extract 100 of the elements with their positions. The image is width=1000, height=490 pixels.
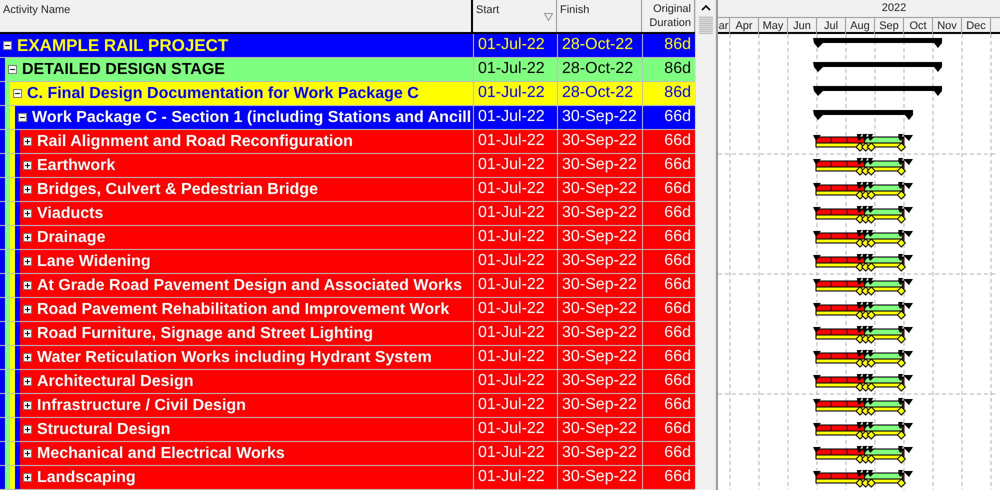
activity-name: Work Package C - Section 1 (including Stations and Ancill	[31, 108, 472, 128]
start-date: 01-Jul-22	[473, 202, 557, 226]
month-label: ar	[718, 18, 730, 34]
finish-date: 30-Sep-22	[557, 370, 642, 394]
activity-name: Mechanical and Electrical Works	[36, 444, 285, 464]
start-date: 01-Jul-22	[473, 154, 557, 178]
expand-toggle[interactable]	[23, 185, 32, 194]
activity-name: Structural Design	[36, 420, 170, 440]
start-date: 01-Jul-22	[473, 274, 557, 298]
start-date: 01-Jul-22	[473, 178, 557, 202]
start-date: 01-Jul-22	[473, 130, 557, 154]
finish-date: 30-Sep-22	[557, 226, 642, 250]
expand-toggle[interactable]	[23, 209, 32, 218]
expand-toggle[interactable]	[23, 233, 32, 242]
activity-name: At Grade Road Pavement Design and Associated Works	[36, 276, 462, 296]
activity-name: Bridges, Culvert & Pedestrian Bridge	[36, 180, 318, 200]
month-label: May	[759, 18, 788, 34]
finish-header[interactable]: Finish	[560, 4, 590, 16]
duration-value: 66d	[642, 346, 695, 370]
duration-value: 66d	[642, 442, 695, 466]
duration-value: 66d	[642, 322, 695, 346]
month-label: Aug	[846, 18, 875, 34]
month-label: Sep	[875, 18, 904, 34]
activity-name: Water Reticulation Works including Hydrant System	[36, 348, 432, 368]
finish-date: 30-Sep-22	[557, 394, 642, 418]
duration-value: 66d	[642, 370, 695, 394]
start-date: 01-Jul-22	[473, 370, 557, 394]
duration-header[interactable]: Original Duration	[645, 2, 691, 30]
collapse-toggle[interactable]	[18, 113, 27, 122]
expand-toggle[interactable]	[23, 281, 32, 290]
start-date: 01-Jul-22	[473, 34, 557, 58]
duration-value: 66d	[642, 250, 695, 274]
duration-value: 66d	[642, 466, 695, 490]
finish-date: 30-Sep-22	[557, 154, 642, 178]
start-date: 01-Jul-22	[473, 82, 557, 106]
scrollbar-thumb[interactable]	[698, 16, 712, 34]
collapse-toggle[interactable]	[13, 89, 22, 98]
month-label: Dec	[962, 18, 991, 34]
activity-name: Road Pavement Rehabilitation and Improvement Work	[36, 300, 450, 320]
month-label: Apr	[730, 18, 759, 34]
expand-toggle[interactable]	[23, 425, 32, 434]
duration-value: 66d	[642, 298, 695, 322]
start-date: 01-Jul-22	[473, 250, 557, 274]
expand-toggle[interactable]	[23, 353, 32, 362]
start-header[interactable]: Start	[476, 4, 500, 16]
start-date: 01-Jul-22	[473, 226, 557, 250]
expand-toggle[interactable]	[23, 473, 32, 482]
collapse-toggle[interactable]	[8, 65, 17, 74]
expand-toggle[interactable]	[23, 305, 32, 314]
finish-date: 28-Oct-22	[557, 34, 642, 58]
start-date: 01-Jul-22	[473, 466, 557, 490]
finish-date: 30-Sep-22	[557, 106, 642, 130]
activity-name: Infrastructure / Civil Design	[36, 396, 246, 416]
duration-value: 66d	[642, 130, 695, 154]
finish-date: 30-Sep-22	[557, 298, 642, 322]
start-date: 01-Jul-22	[473, 322, 557, 346]
start-date: 01-Jul-22	[473, 442, 557, 466]
duration-value: 66d	[642, 202, 695, 226]
start-date: 01-Jul-22	[473, 346, 557, 370]
month-label: Jul	[817, 18, 846, 34]
activity-name: Road Furniture, Signage and Street Lighting	[36, 324, 374, 344]
duration-value: 66d	[642, 226, 695, 250]
finish-date: 28-Oct-22	[557, 82, 642, 106]
expand-toggle[interactable]	[23, 377, 32, 386]
expand-toggle[interactable]	[23, 401, 32, 410]
finish-date: 30-Sep-22	[557, 202, 642, 226]
finish-date: 30-Sep-22	[557, 322, 642, 346]
chevron-up-icon	[700, 5, 710, 11]
activity-name: EXAMPLE RAIL PROJECT	[16, 34, 228, 56]
expand-toggle[interactable]	[23, 329, 32, 338]
finish-date: 30-Sep-22	[557, 346, 642, 370]
expand-toggle[interactable]	[23, 449, 32, 458]
duration-value: 66d	[642, 418, 695, 442]
start-date: 01-Jul-22	[473, 394, 557, 418]
month-label: Oct	[904, 18, 933, 34]
start-date: 01-Jul-22	[473, 418, 557, 442]
activity-name: C. Final Design Documentation for Work Package C	[26, 84, 419, 104]
expand-toggle[interactable]	[23, 257, 32, 266]
duration-value: 66d	[642, 394, 695, 418]
activity-name: DETAILED DESIGN STAGE	[21, 60, 225, 80]
activity-name: Drainage	[36, 228, 106, 248]
month-label: Nov	[933, 18, 962, 34]
finish-date: 30-Sep-22	[557, 442, 642, 466]
finish-date: 30-Sep-22	[557, 418, 642, 442]
activity-name: Earthwork	[36, 156, 116, 176]
expand-toggle[interactable]	[23, 161, 32, 170]
expand-toggle[interactable]	[23, 137, 32, 146]
duration-value: 66d	[642, 106, 695, 130]
collapse-toggle[interactable]	[3, 41, 12, 50]
start-date: 01-Jul-22	[473, 58, 557, 82]
finish-date: 30-Sep-22	[557, 250, 642, 274]
activity-name: Viaducts	[36, 204, 104, 224]
finish-date: 30-Sep-22	[557, 178, 642, 202]
activity-name: Lane Widening	[36, 252, 151, 272]
finish-date: 30-Sep-22	[557, 466, 642, 490]
duration-value: 66d	[642, 154, 695, 178]
duration-value: 66d	[642, 274, 695, 298]
year-label: 2022	[880, 1, 908, 16]
start-date: 01-Jul-22	[473, 298, 557, 322]
activity-name-header[interactable]: Activity Name	[3, 4, 70, 16]
